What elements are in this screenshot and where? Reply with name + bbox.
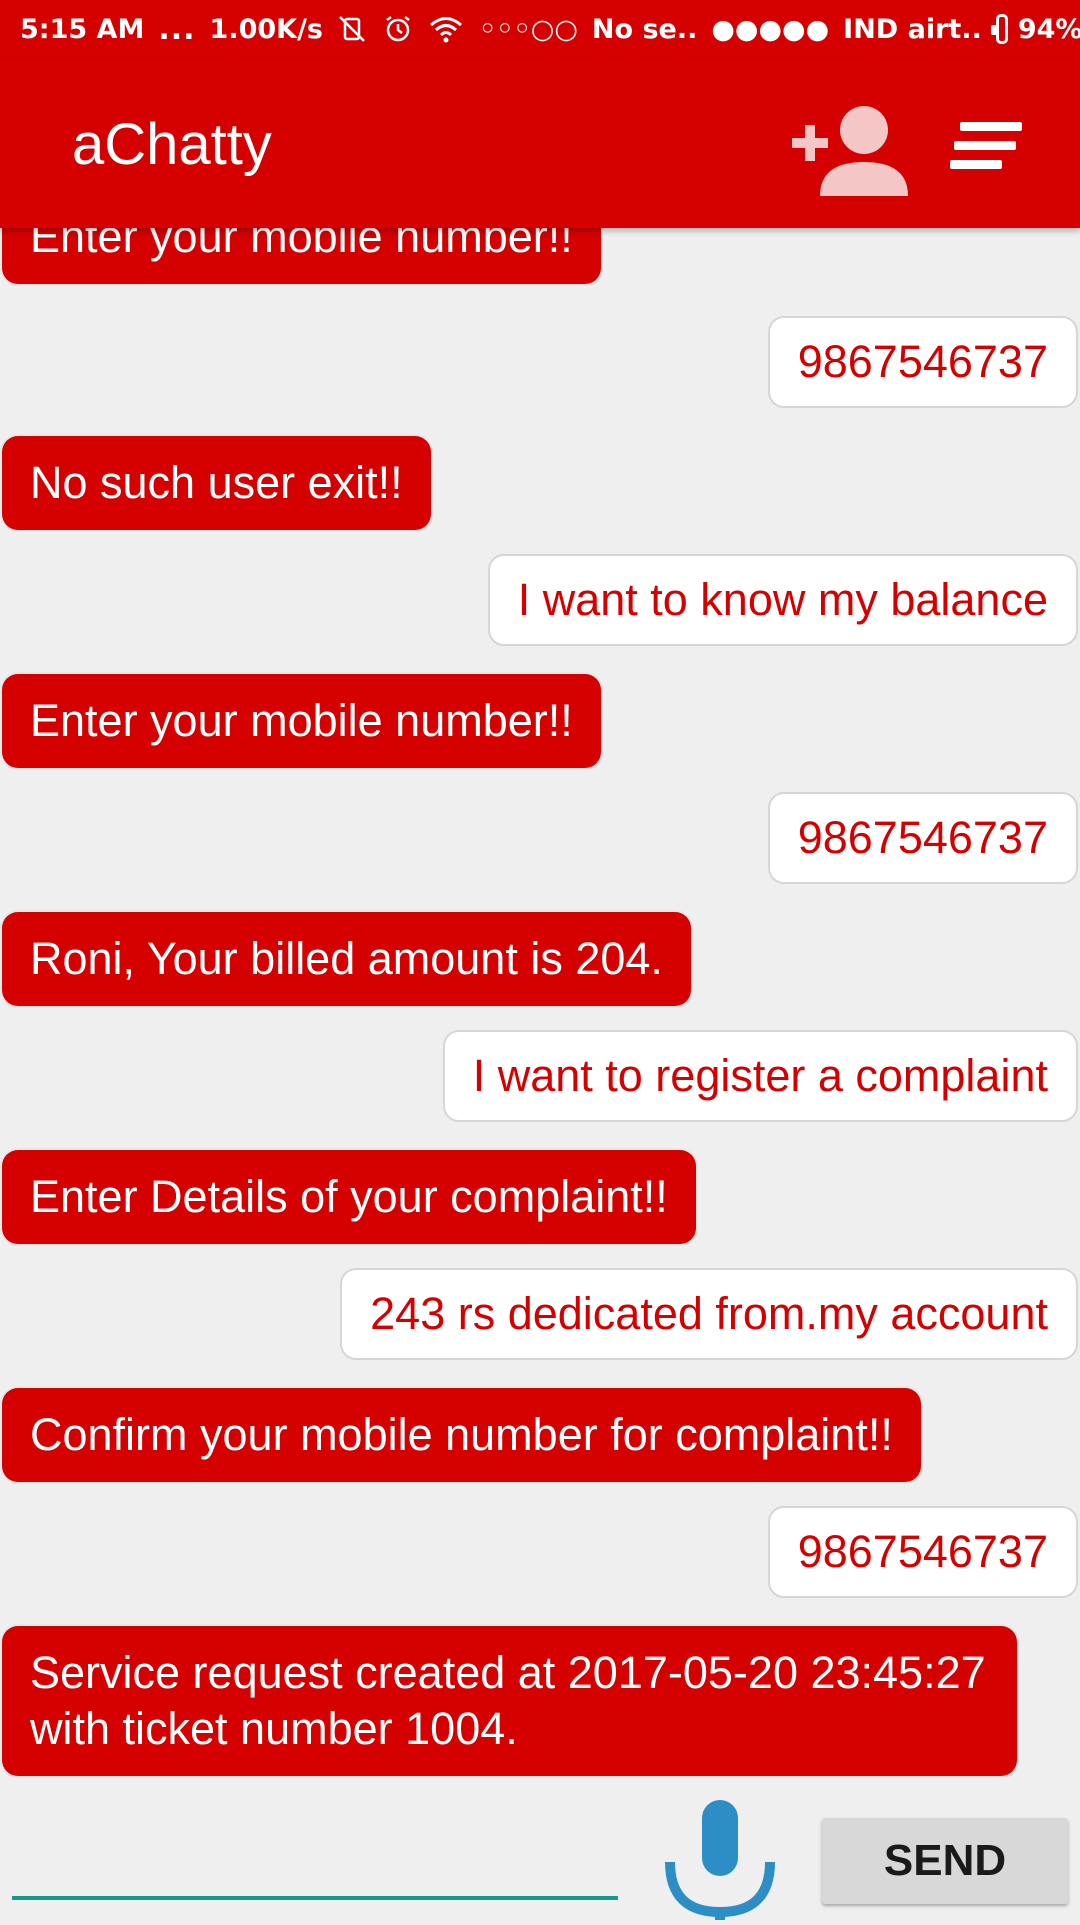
status-time: 5:15 AM [20, 13, 145, 45]
user-message: I want to know my balance [487, 554, 1078, 646]
send-button[interactable]: SEND [822, 1818, 1068, 1904]
add-user-button[interactable] [792, 100, 912, 196]
battery-percent: 94% [1017, 13, 1080, 45]
chat-list[interactable]: Enter your mobile number!! 9867546737 No… [0, 228, 1080, 1780]
menu-button[interactable] [950, 118, 1030, 178]
sim1-signal: ◦◦◦○○ [479, 13, 578, 45]
menu-icon [950, 122, 1022, 169]
composer-bar: SEND [0, 1780, 1080, 1924]
user-message: 9867546737 [767, 792, 1078, 884]
app-title: aChatty [72, 112, 272, 177]
status-bar: 5:15 AM ... 1.00K/s ◦◦◦○○ No se.. ●●●●● … [0, 0, 1080, 58]
sim2-label: IND airt.. [843, 13, 982, 45]
bot-message: Confirm your mobile number for complaint… [2, 1388, 921, 1482]
status-network-speed: 1.00K/s [209, 13, 324, 45]
microphone-icon [665, 1800, 775, 1924]
wifi-icon [429, 15, 463, 43]
user-message: 243 rs dedicated from.my account [340, 1268, 1078, 1360]
user-message: 9867546737 [767, 1506, 1078, 1598]
bot-message: Roni, Your billed amount is 204. [2, 912, 691, 1006]
vibrate-off-icon [337, 14, 367, 44]
bot-message: No such user exit!! [2, 436, 431, 530]
bot-message: Enter your mobile number!! [2, 228, 601, 284]
microphone-button[interactable] [660, 1800, 780, 1924]
battery-icon [990, 14, 1008, 44]
add-user-icon [792, 106, 908, 196]
bot-message: Enter Details of your complaint!! [2, 1150, 696, 1244]
user-message: I want to register a complaint [442, 1030, 1078, 1122]
bot-message: Enter your mobile number!! [2, 674, 601, 768]
alarm-icon [383, 14, 413, 44]
message-input[interactable] [12, 1830, 618, 1900]
bot-message: Service request created at 2017-05-20 23… [2, 1626, 1017, 1776]
sim2-signal: ●●●●● [711, 13, 830, 45]
user-message: 9867546737 [767, 316, 1078, 408]
app-bar: aChatty [0, 58, 1080, 228]
sim1-label: No se.. [591, 13, 698, 45]
status-more-indicator: ... [158, 11, 196, 47]
